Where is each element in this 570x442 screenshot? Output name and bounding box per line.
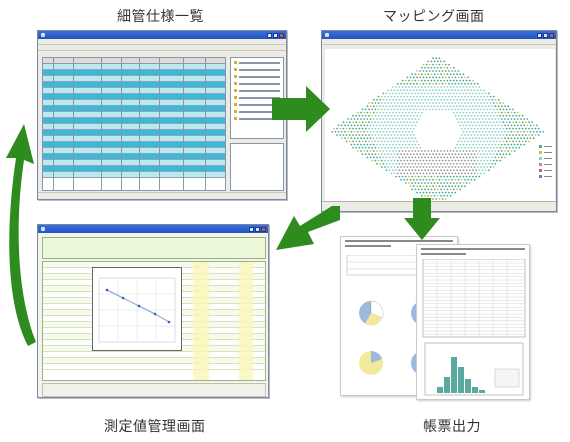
maximize-icon[interactable] — [273, 32, 278, 38]
minimize-icon[interactable] — [249, 226, 254, 232]
maximize-icon[interactable] — [255, 226, 260, 232]
window-titlebar[interactable] — [38, 31, 286, 39]
app-icon — [41, 227, 45, 231]
folder-icon — [234, 82, 237, 85]
pie-chart — [359, 300, 384, 326]
pie-chart — [359, 351, 383, 375]
report-table — [422, 259, 526, 338]
spec-table[interactable] — [42, 57, 226, 191]
down-arrow-icon — [404, 198, 440, 240]
close-icon[interactable] — [279, 32, 284, 38]
curved-up-arrow-icon — [6, 124, 36, 346]
right-arrow-icon — [272, 86, 330, 132]
caption-spec-list: 細管仕様一覧 — [117, 9, 204, 25]
folder-icon — [234, 75, 237, 78]
folder-icon — [234, 61, 237, 64]
app-icon — [325, 33, 329, 37]
data-point — [137, 304, 141, 308]
table-row[interactable] — [43, 172, 225, 178]
data-point — [167, 320, 171, 324]
histogram — [424, 342, 524, 396]
down-left-arrow-icon — [276, 206, 340, 250]
caption-mapping: マッピング画面 — [383, 9, 485, 25]
measurement-window[interactable] — [37, 224, 269, 398]
data-point — [153, 312, 157, 316]
folder-icon — [234, 117, 237, 120]
caption-measurement: 測定値管理画面 — [104, 419, 206, 435]
note-area — [42, 383, 266, 397]
close-icon[interactable] — [549, 32, 554, 38]
folder-icon — [234, 89, 237, 92]
data-point — [121, 296, 125, 300]
folder-icon — [234, 103, 237, 106]
map-legend — [539, 145, 552, 178]
caption-report: 帳票出力 — [423, 419, 481, 435]
spec-list-window[interactable] — [37, 30, 287, 200]
app-icon — [41, 33, 45, 37]
measurement-header — [42, 237, 266, 259]
trend-chart — [92, 267, 182, 351]
tube-map[interactable] — [325, 49, 555, 209]
folder-icon — [234, 68, 237, 71]
tree-node[interactable] — [234, 67, 280, 72]
folder-icon — [234, 110, 237, 113]
window-titlebar[interactable] — [38, 225, 268, 233]
toolbar[interactable] — [38, 45, 286, 51]
window-titlebar[interactable] — [322, 31, 556, 39]
minimize-icon[interactable] — [267, 32, 272, 38]
report-page-histogram — [416, 244, 530, 400]
table-row[interactable] — [43, 364, 265, 370]
menu-bar[interactable] — [322, 39, 556, 45]
folder-icon — [234, 96, 237, 99]
tube-dots — [331, 57, 545, 204]
status-bar — [38, 192, 286, 199]
close-icon[interactable] — [261, 226, 266, 232]
property-panel[interactable] — [230, 143, 284, 191]
minimize-icon[interactable] — [537, 32, 542, 38]
tree-node[interactable] — [234, 74, 280, 79]
mapping-window[interactable] — [321, 30, 557, 212]
maximize-icon[interactable] — [543, 32, 548, 38]
tube-map-canvas[interactable] — [325, 49, 555, 209]
data-point — [105, 288, 109, 292]
tree-node[interactable] — [234, 60, 280, 65]
